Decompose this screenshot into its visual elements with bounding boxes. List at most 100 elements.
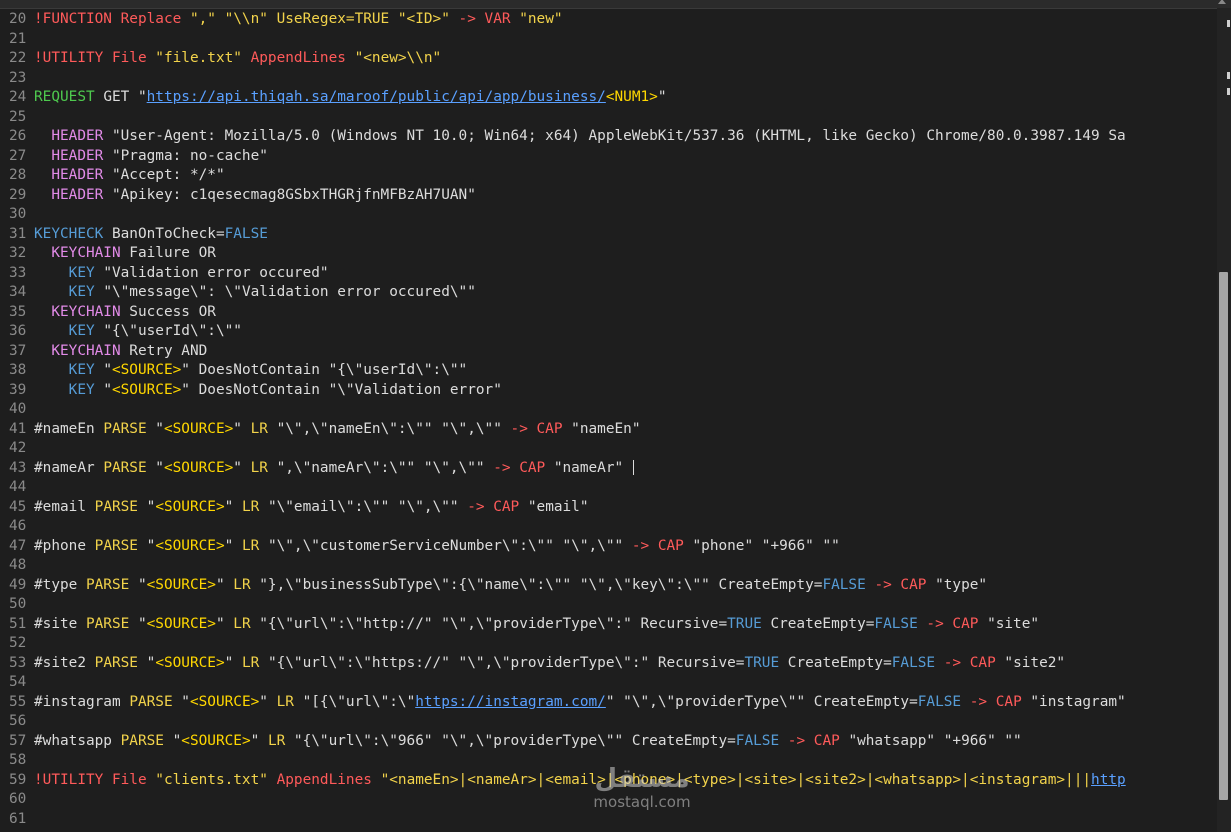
- code-token: ": [163, 732, 182, 749]
- scrollbar-thumb[interactable]: [1219, 272, 1228, 800]
- line-number: 54: [9, 674, 27, 690]
- line-number: 32: [9, 245, 27, 261]
- code-text[interactable]: #nameEn PARSE "<SOURCE>" LR "\",\"nameEn…: [34, 420, 641, 440]
- code-line[interactable]: 25: [0, 108, 1195, 128]
- code-line[interactable]: 22 !UTILITY File "file.txt" AppendLines "…: [0, 49, 1195, 69]
- code-text[interactable]: REQUEST GET "https://api.thiqah.sa/maroo…: [34, 88, 666, 108]
- code-text[interactable]: KEY "<SOURCE>" DoesNotContain "\"Validat…: [34, 381, 502, 401]
- code-text[interactable]: #site2 PARSE "<SOURCE>" LR "{\"url\":\"h…: [34, 654, 1065, 674]
- code-text[interactable]: HEADER "User-Agent: Mozilla/5.0 (Windows…: [34, 127, 1126, 147]
- code-line[interactable]: 56: [0, 712, 1195, 732]
- code-line[interactable]: 33 KEY "Validation error occured": [0, 264, 1195, 284]
- code-token: KEY: [68, 362, 95, 378]
- code-token: PARSE: [94, 537, 138, 554]
- code-line[interactable]: 43 #nameAr PARSE "<SOURCE>" LR ",\"nameAr…: [0, 459, 1195, 479]
- code-line[interactable]: 48: [0, 556, 1195, 576]
- code-text[interactable]: KEYCHAIN Retry AND: [34, 342, 207, 362]
- code-link[interactable]: https://api.thiqah.sa/maroof/public/api/…: [147, 89, 606, 105]
- editor-top-strip: [0, 0, 1231, 9]
- code-text[interactable]: #email PARSE "<SOURCE>" LR "\"email\":\"…: [34, 498, 589, 518]
- code-text[interactable]: #site PARSE "<SOURCE>" LR "{\"url\":\"ht…: [34, 615, 1039, 635]
- code-token: ": [215, 615, 234, 632]
- code-line[interactable]: 54: [0, 673, 1195, 693]
- code-text[interactable]: KEYCHECK BanOnToCheck=FALSE: [34, 225, 268, 245]
- code-line[interactable]: 28 HEADER "Accept: */*": [0, 166, 1195, 186]
- code-line[interactable]: 30: [0, 205, 1195, 225]
- code-text[interactable]: #phone PARSE "<SOURCE>" LR "\",\"custome…: [34, 537, 840, 557]
- code-line[interactable]: 53 #site2 PARSE "<SOURCE>" LR "{\"url\":\…: [0, 654, 1195, 674]
- code-line[interactable]: 46: [0, 517, 1195, 537]
- code-text[interactable]: KEY "\"message\": \"Validation error occ…: [34, 283, 476, 303]
- code-token: #phone: [34, 537, 95, 554]
- code-token: "site": [978, 615, 1040, 632]
- code-token: #email: [34, 498, 95, 515]
- code-token: ": [172, 693, 190, 710]
- code-token: "<nameEn>|<nameAr>|<email>|<phone>|<type…: [380, 771, 1092, 788]
- code-line[interactable]: 32 KEYCHAIN Failure OR: [0, 244, 1195, 264]
- code-text[interactable]: KEYCHAIN Success OR: [34, 303, 216, 323]
- code-line[interactable]: 45 #email PARSE "<SOURCE>" LR "\"email\":…: [0, 498, 1195, 518]
- code-line[interactable]: 51 #site PARSE "<SOURCE>" LR "{\"url\":\"…: [0, 615, 1195, 635]
- code-line[interactable]: 20 !FUNCTION Replace "," "\\n" UseRegex=T…: [0, 10, 1195, 30]
- code-line[interactable]: 57 #whatsapp PARSE "<SOURCE>" LR "{\"url\…: [0, 732, 1195, 752]
- code-text[interactable]: HEADER "Apikey: c1qesecmag8GSbxTHGRjfnMF…: [34, 186, 476, 206]
- code-line[interactable]: 38 KEY "<SOURCE>" DoesNotContain "{\"use…: [0, 361, 1195, 381]
- code-line[interactable]: 58: [0, 751, 1195, 771]
- code-line[interactable]: 49 #type PARSE "<SOURCE>" LR "},\"busines…: [0, 576, 1195, 596]
- code-text[interactable]: HEADER "Pragma: no-cache": [34, 147, 268, 167]
- code-line[interactable]: 52: [0, 634, 1195, 654]
- code-line[interactable]: 40: [0, 400, 1195, 420]
- code-link[interactable]: https://instagram.com/: [415, 694, 606, 710]
- code-token: <SOURCE>: [155, 498, 225, 515]
- code-line[interactable]: 21: [0, 30, 1195, 50]
- code-token: KEY: [68, 381, 95, 398]
- code-line[interactable]: 60: [0, 790, 1195, 810]
- code-text[interactable]: KEY "Validation error occured": [34, 264, 329, 284]
- code-line[interactable]: 47 #phone PARSE "<SOURCE>" LR "\",\"custo…: [0, 537, 1195, 557]
- code-text[interactable]: !FUNCTION Replace "," "\\n" UseRegex=TRU…: [34, 10, 563, 30]
- code-line[interactable]: 35 KEYCHAIN Success OR: [0, 303, 1195, 323]
- code-text[interactable]: KEYCHAIN Failure OR: [34, 244, 216, 264]
- code-line[interactable]: 59 !UTILITY File "clients.txt" AppendLine…: [0, 771, 1195, 791]
- code-text[interactable]: !UTILITY File "file.txt" AppendLines "<n…: [34, 49, 441, 69]
- code-line[interactable]: 24 REQUEST GET "https://api.thiqah.sa/mar…: [0, 88, 1195, 108]
- code-link[interactable]: http: [1091, 772, 1126, 788]
- code-line[interactable]: 37 KEYCHAIN Retry AND: [0, 342, 1195, 362]
- code-line[interactable]: 23: [0, 69, 1195, 89]
- code-token: "User-Agent: Mozilla/5.0 (Windows NT 10.…: [103, 128, 1126, 144]
- code-editor[interactable]: 20 !FUNCTION Replace "," "\\n" UseRegex=T…: [0, 0, 1231, 832]
- code-token: "whatsapp" "+966" "": [839, 732, 1022, 749]
- code-line[interactable]: 42: [0, 439, 1195, 459]
- code-line[interactable]: 27 HEADER "Pragma: no-cache": [0, 147, 1195, 167]
- code-token: REQUEST: [34, 89, 95, 105]
- code-text[interactable]: #nameAr PARSE "<SOURCE>" LR ",\"nameAr\"…: [34, 459, 634, 479]
- code-token: ": [137, 498, 156, 515]
- code-line[interactable]: 39 KEY "<SOURCE>" DoesNotContain "\"Vali…: [0, 381, 1195, 401]
- code-token: HEADER: [51, 147, 104, 164]
- code-token: #nameAr: [34, 459, 104, 476]
- code-lines[interactable]: 20 !FUNCTION Replace "," "\\n" UseRegex=T…: [0, 10, 1195, 829]
- code-text[interactable]: HEADER "Accept: */*": [34, 166, 224, 186]
- code-text[interactable]: KEY "{\"userId\":\"": [34, 322, 242, 342]
- code-text[interactable]: #type PARSE "<SOURCE>" LR "},\"businessS…: [34, 576, 987, 596]
- line-number: 23: [9, 69, 27, 86]
- code-line[interactable]: 41 #nameEn PARSE "<SOURCE>" LR "\",\"name…: [0, 420, 1195, 440]
- code-line[interactable]: 50: [0, 595, 1195, 615]
- code-line[interactable]: 31 KEYCHECK BanOnToCheck=FALSE: [0, 225, 1195, 245]
- code-text[interactable]: #whatsapp PARSE "<SOURCE>" LR "{\"url\":…: [34, 732, 1022, 752]
- code-line[interactable]: 44: [0, 478, 1195, 498]
- scroll-up-arrow-icon[interactable]: [1218, 0, 1226, 4]
- code-line[interactable]: 61: [0, 810, 1195, 830]
- code-line[interactable]: 26 HEADER "User-Agent: Mozilla/5.0 (Wind…: [0, 127, 1195, 147]
- vertical-scrollbar[interactable]: [1217, 8, 1231, 832]
- code-line[interactable]: 34 KEY "\"message\": \"Validation error …: [0, 283, 1195, 303]
- scrollbar-marker: [1227, 72, 1230, 79]
- code-line[interactable]: 55 #instagram PARSE "<SOURCE>" LR "[{\"ur…: [0, 693, 1195, 713]
- code-text[interactable]: KEY "<SOURCE>" DoesNotContain "{\"userId…: [34, 361, 468, 381]
- code-line[interactable]: 36 KEY "{\"userId\":\"": [0, 322, 1195, 342]
- code-text[interactable]: #instagram PARSE "<SOURCE>" LR "[{\"url\…: [34, 693, 1126, 713]
- code-text[interactable]: !UTILITY File "clients.txt" AppendLines …: [34, 771, 1126, 791]
- code-token: -> CAP: [874, 576, 927, 593]
- code-line[interactable]: 29 HEADER "Apikey: c1qesecmag8GSbxTHGRjf…: [0, 186, 1195, 206]
